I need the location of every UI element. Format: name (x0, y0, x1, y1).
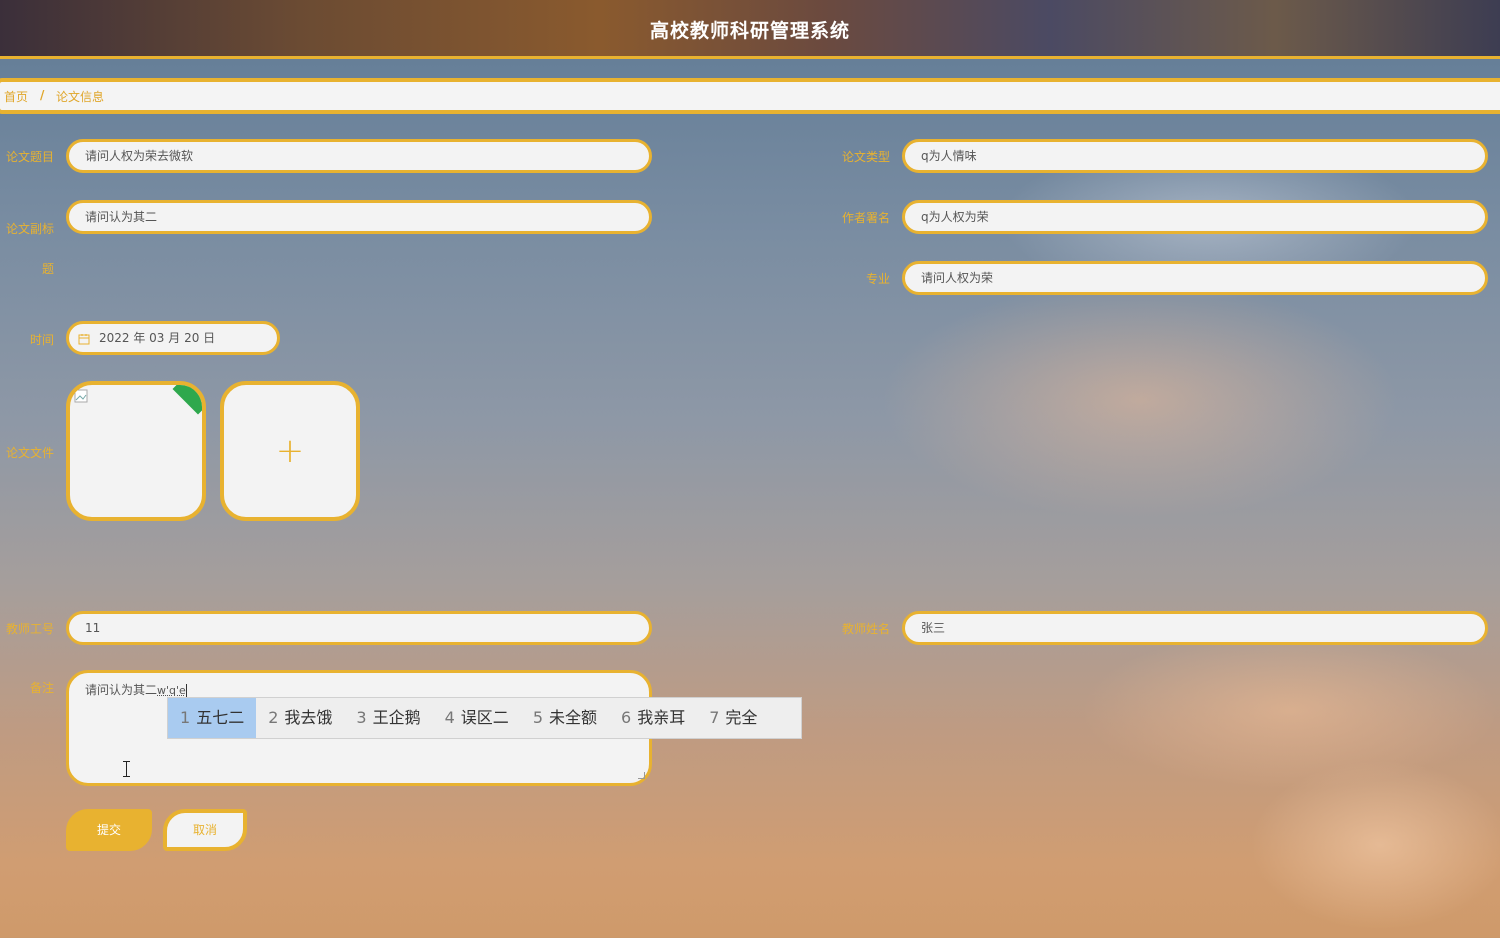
plus-icon: + (275, 431, 305, 471)
major-label: 专业 (865, 272, 890, 286)
submit-button[interactable]: 提交 (66, 809, 152, 851)
subtitle-input[interactable]: 请问认为其二 (66, 200, 652, 234)
ime-candidate[interactable]: 7 完全 (697, 698, 769, 738)
subtitle-label: 论文副标题 (5, 222, 54, 276)
type-label: 论文类型 (841, 150, 890, 164)
type-input[interactable]: q为人情味 (902, 139, 1488, 173)
title-label: 论文题目 (5, 150, 54, 164)
ime-candidate[interactable]: 3 王企鹅 (344, 698, 432, 738)
ime-candidate[interactable]: 1 五七二 (168, 698, 257, 738)
app-title: 高校教师科研管理系统 (649, 20, 850, 42)
check-badge-icon (172, 385, 202, 415)
teacher-name-label: 教师姓名 (841, 622, 890, 636)
app-header: 高校教师科研管理系统 (0, 0, 1500, 59)
resize-handle-icon[interactable] (638, 772, 645, 779)
upload-button[interactable]: + (220, 381, 360, 521)
cloud-decoration (1080, 630, 1500, 790)
author-label: 作者署名 (841, 211, 890, 225)
broken-image-icon (74, 389, 88, 403)
title-input[interactable]: 请问人权为荣去微软 (66, 139, 652, 173)
caret (185, 684, 187, 697)
teacher-id-input[interactable]: 11 (66, 611, 652, 645)
cancel-button[interactable]: 取消 (163, 809, 247, 851)
ime-candidate[interactable]: 4 误区二 (433, 698, 521, 738)
calendar-icon (78, 334, 90, 345)
breadcrumb-separator: / (40, 88, 45, 102)
remark-label: 备注 (29, 681, 54, 695)
breadcrumb: 首页 / 论文信息 (0, 78, 1500, 114)
ime-candidate-bar: 1 五七二 2 我去饿 3 王企鹅 4 误区二 5 未全额 6 我亲耳 7 完全 (167, 697, 802, 739)
uploaded-file-thumbnail[interactable] (66, 381, 206, 521)
remark-text: 请问认为其二 (85, 683, 158, 697)
time-label: 时间 (29, 333, 54, 347)
cloud-decoration (1250, 760, 1500, 930)
file-label: 论文文件 (5, 446, 54, 460)
text-cursor-icon (122, 761, 131, 777)
teacher-name-input[interactable]: 张三 (902, 611, 1488, 645)
ime-candidate[interactable]: 2 我去饿 (256, 698, 344, 738)
author-input[interactable]: q为人权为荣 (902, 200, 1488, 234)
ime-candidate[interactable]: 5 未全额 (521, 698, 609, 738)
ime-composition: w'q'e (157, 684, 186, 697)
breadcrumb-home[interactable]: 首页 (4, 88, 28, 105)
date-value: 2022 年 03 月 20 日 (99, 331, 216, 345)
major-input[interactable]: 请问人权为荣 (902, 261, 1488, 295)
ime-candidate[interactable]: 6 我亲耳 (609, 698, 697, 738)
date-picker[interactable]: 2022 年 03 月 20 日 (66, 321, 280, 355)
teacher-id-label: 教师工号 (5, 622, 54, 636)
cloud-decoration (880, 280, 1400, 520)
breadcrumb-current: 论文信息 (56, 90, 105, 104)
